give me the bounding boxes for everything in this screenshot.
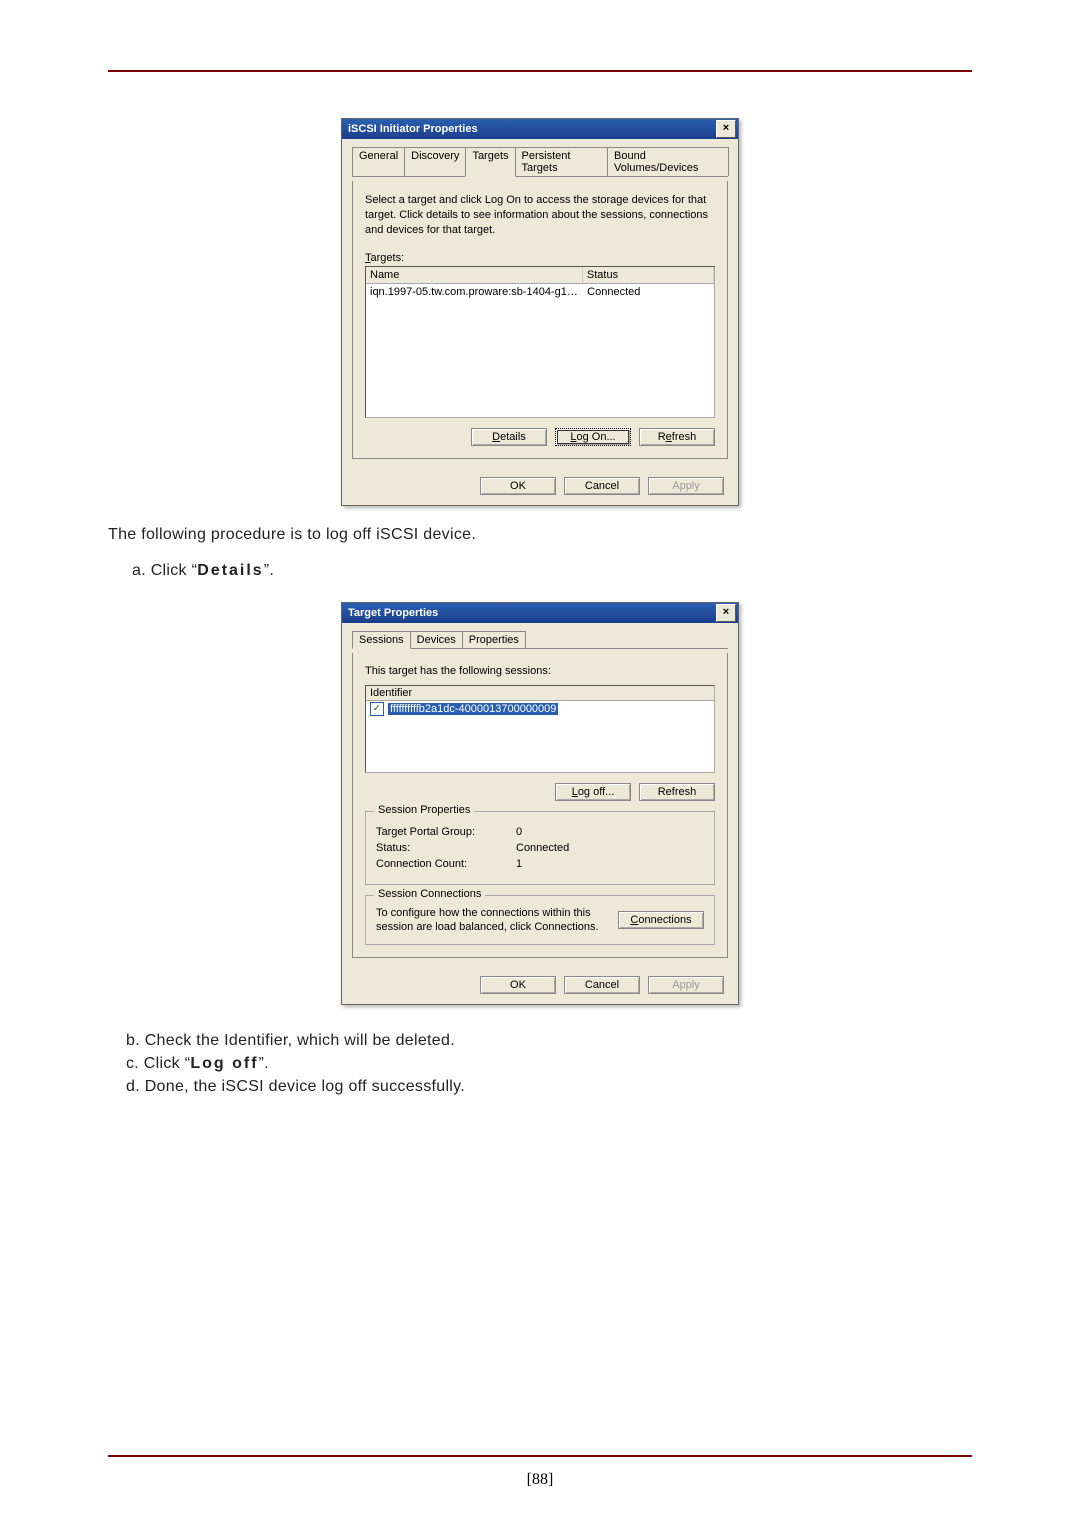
row-name: iqn.1997-05.tw.com.proware:sb-1404-g1a3-… xyxy=(366,285,583,299)
header-rule xyxy=(108,70,972,72)
page: iSCSI Initiator Properties × General Dis… xyxy=(0,0,1080,1527)
dialog-footer: OK Cancel Apply xyxy=(352,477,728,495)
intro-text: The following procedure is to log off iS… xyxy=(108,526,972,544)
refresh-button[interactable]: Refresh xyxy=(639,783,715,801)
page-number: [88] xyxy=(0,1471,1080,1489)
tab-sessions[interactable]: Sessions xyxy=(352,631,411,649)
tabs-row: Sessions Devices Properties xyxy=(352,631,728,649)
kv-status: Status: Connected xyxy=(376,842,704,854)
logon-button[interactable]: Log On... xyxy=(555,428,631,446)
footer-rule xyxy=(108,1455,972,1457)
session-connections-group: Session Connections To configure how the… xyxy=(365,895,715,946)
details-button[interactable]: Details xyxy=(471,428,547,446)
col-status: Status xyxy=(583,267,714,283)
target-properties-dialog: Target Properties × Sessions Devices Pro… xyxy=(341,602,739,1006)
tab-general[interactable]: General xyxy=(352,147,405,176)
targets-listbox[interactable]: Name Status iqn.1997-05.tw.com.proware:s… xyxy=(365,266,715,418)
dialog-footer: OK Cancel Apply xyxy=(352,976,728,994)
dialog-body: General Discovery Targets Persistent Tar… xyxy=(342,139,738,505)
content-area: iSCSI Initiator Properties × General Dis… xyxy=(108,110,972,1427)
refresh-button[interactable]: Refresh xyxy=(639,428,715,446)
dialog-title: iSCSI Initiator Properties xyxy=(348,119,478,139)
apply-button: Apply xyxy=(648,976,724,994)
table-row[interactable]: iqn.1997-05.tw.com.proware:sb-1404-g1a3-… xyxy=(366,284,714,300)
kv-connection-count: Connection Count: 1 xyxy=(376,858,704,870)
titlebar: Target Properties × xyxy=(342,603,738,623)
apply-button: Apply xyxy=(648,477,724,495)
titlebar: iSCSI Initiator Properties × xyxy=(342,119,738,139)
kv-target-portal-group: Target Portal Group: 0 xyxy=(376,826,704,838)
sessions-intro: This target has the following sessions: xyxy=(365,665,715,677)
step-a: a. Click “Details”. xyxy=(132,562,972,580)
session-properties-group: Session Properties Target Portal Group: … xyxy=(365,811,715,885)
tab-bound-volumes[interactable]: Bound Volumes/Devices xyxy=(607,147,729,176)
action-buttons: Details Log On... Refresh xyxy=(365,428,715,446)
close-button[interactable]: × xyxy=(716,604,736,622)
iscsi-initiator-dialog: iSCSI Initiator Properties × General Dis… xyxy=(341,118,739,506)
connections-button[interactable]: Connections xyxy=(618,911,704,929)
group-legend: Session Connections xyxy=(374,888,485,900)
help-text: Select a target and click Log On to acce… xyxy=(365,193,715,238)
ok-button[interactable]: OK xyxy=(480,477,556,495)
tab-devices[interactable]: Devices xyxy=(410,631,463,648)
session-buttons: Log off... Refresh xyxy=(365,783,715,801)
ok-button[interactable]: OK xyxy=(480,976,556,994)
list-item[interactable]: ✓ ffffffffffb2a1dc-4000013700000009 xyxy=(366,701,714,717)
dialog-title: Target Properties xyxy=(348,603,438,623)
steps-list-2: b. Check the Identifier, which will be d… xyxy=(126,1032,972,1096)
step-d: d. Done, the iSCSI device log off succes… xyxy=(126,1078,972,1096)
list-header: Name Status xyxy=(366,267,714,284)
cancel-button[interactable]: Cancel xyxy=(564,477,640,495)
step-b: b. Check the Identifier, which will be d… xyxy=(126,1032,972,1050)
step-c: c. Click “Log off”. xyxy=(126,1055,972,1073)
row-status: Connected xyxy=(583,285,714,299)
tab-targets[interactable]: Targets xyxy=(465,147,515,177)
tabs-row: General Discovery Targets Persistent Tar… xyxy=(352,147,728,177)
logoff-button[interactable]: Log off... xyxy=(555,783,631,801)
cancel-button[interactable]: Cancel xyxy=(564,976,640,994)
tab-discovery[interactable]: Discovery xyxy=(404,147,466,176)
dialog-body: Sessions Devices Properties This target … xyxy=(342,623,738,1005)
close-button[interactable]: × xyxy=(716,120,736,138)
tab-panel-targets: Select a target and click Log On to acce… xyxy=(352,181,728,459)
tab-properties[interactable]: Properties xyxy=(462,631,526,648)
session-checkbox[interactable]: ✓ xyxy=(370,702,384,716)
screenshot-1: iSCSI Initiator Properties × General Dis… xyxy=(108,118,972,506)
tab-panel-sessions: This target has the following sessions: … xyxy=(352,653,728,959)
sessions-list[interactable]: Identifier ✓ ffffffffffb2a1dc-4000013700… xyxy=(365,685,715,773)
group-legend: Session Properties xyxy=(374,804,474,816)
connections-text: To configure how the connections within … xyxy=(376,906,608,935)
col-name: Name xyxy=(366,267,583,283)
tab-persistent-targets[interactable]: Persistent Targets xyxy=(515,147,609,176)
steps-list: a. Click “Details”. xyxy=(132,562,972,580)
targets-label: Targets: xyxy=(365,252,715,264)
screenshot-2: Target Properties × Sessions Devices Pro… xyxy=(108,598,972,1028)
col-identifier: Identifier xyxy=(366,686,714,701)
session-id: ffffffffffb2a1dc-4000013700000009 xyxy=(388,703,558,715)
